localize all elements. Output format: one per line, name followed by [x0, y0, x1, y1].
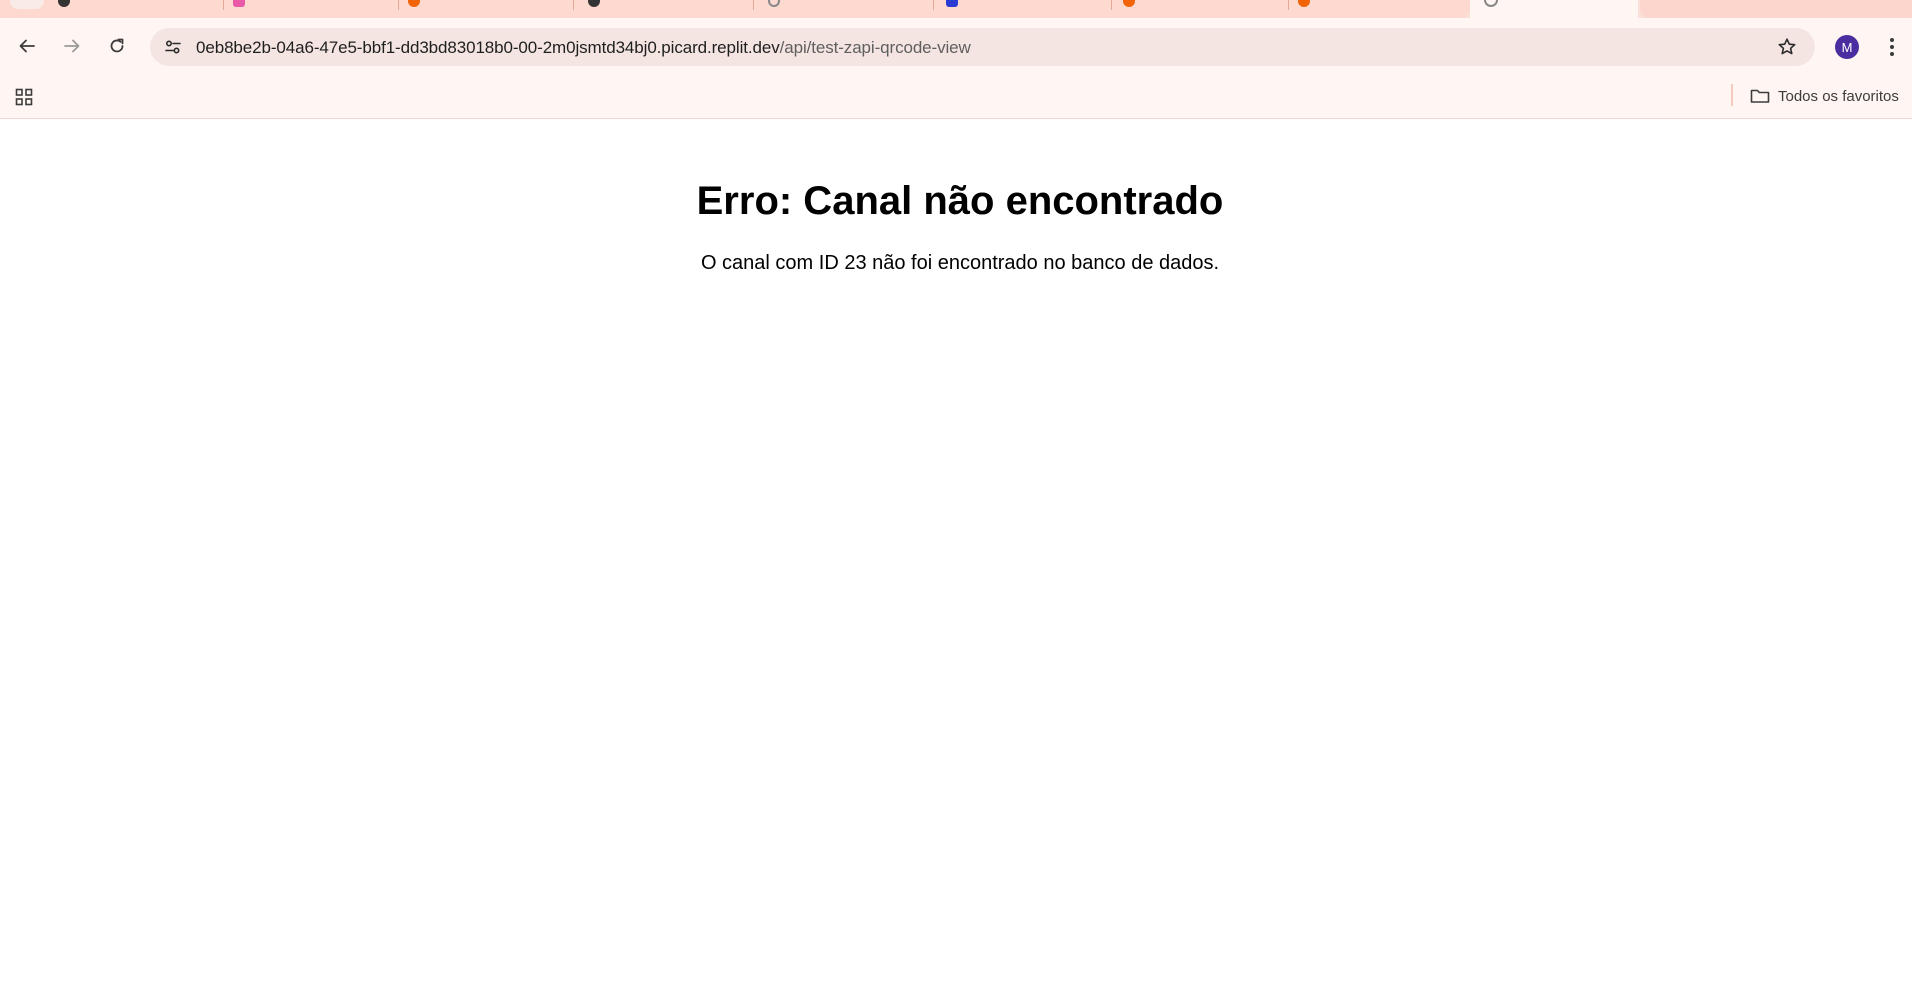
tab-separator: [398, 0, 399, 10]
replit-icon: [1123, 0, 1135, 7]
tab-6[interactable]: [938, 0, 1112, 12]
tab-separator: [573, 0, 574, 10]
profile-initial: M: [1841, 39, 1853, 55]
browser-toolbar: 0eb8be2b-04a6-47e5-bbf1-dd3bd83018b0-00-…: [0, 18, 1912, 76]
tune-icon: [165, 40, 181, 54]
arrow-left-icon: [19, 39, 35, 53]
tab-strip: [0, 0, 1912, 18]
active-tab[interactable]: [1470, 0, 1638, 18]
app-icon: [233, 0, 245, 7]
all-bookmarks-label: Todos os favoritos: [1778, 87, 1899, 105]
apps-button[interactable]: [12, 85, 36, 109]
address-bar[interactable]: 0eb8be2b-04a6-47e5-bbf1-dd3bd83018b0-00-…: [150, 28, 1815, 66]
folder-icon: [1750, 89, 1770, 103]
bookmarks-divider: [1731, 84, 1733, 106]
apps-grid-icon: [15, 88, 33, 106]
github-icon: [588, 0, 600, 7]
github-icon: [58, 0, 70, 7]
reload-button[interactable]: [103, 32, 131, 60]
all-bookmarks-button[interactable]: Todos os favoritos: [1750, 83, 1899, 109]
tab-separator: [223, 0, 224, 10]
inactive-tabs: [0, 0, 1470, 18]
forward-button[interactable]: [58, 32, 86, 60]
tab-1[interactable]: [50, 0, 224, 12]
tab-4[interactable]: [580, 0, 754, 12]
browser-menu-button[interactable]: [1880, 35, 1904, 59]
bookmark-star-button[interactable]: [1775, 35, 1799, 59]
tab-8[interactable]: [1290, 0, 1464, 12]
tab-7[interactable]: [1115, 0, 1289, 12]
error-message: O canal com ID 23 não foi encontrado no …: [700, 252, 1220, 274]
back-button[interactable]: [13, 32, 41, 60]
url-host: 0eb8be2b-04a6-47e5-bbf1-dd3bd83018b0-00-…: [196, 38, 780, 57]
bookmarks-bar: Todos os favoritos: [0, 76, 1912, 119]
more-vertical-icon: [1890, 38, 1894, 56]
tab-separator: [1111, 0, 1112, 10]
tab-2[interactable]: [225, 0, 399, 12]
reload-icon: [110, 38, 124, 53]
site-info-button[interactable]: [160, 34, 186, 60]
tab-3[interactable]: [400, 0, 574, 12]
globe-icon: [768, 0, 780, 7]
url-path: /api/test-zapi-qrcode-view: [779, 38, 971, 57]
tab-strip-right: [1640, 0, 1912, 18]
star-icon: [1778, 38, 1796, 55]
tab-separator: [1288, 0, 1289, 10]
url-text[interactable]: 0eb8be2b-04a6-47e5-bbf1-dd3bd83018b0-00-…: [196, 38, 971, 58]
arrow-right-icon: [64, 39, 80, 53]
globe-icon: [1484, 0, 1498, 7]
replit-icon: [1298, 0, 1310, 7]
tab-5[interactable]: [760, 0, 934, 12]
tab-separator: [933, 0, 934, 10]
error-title: Erro: Canal não encontrado: [696, 179, 1224, 223]
tab-search-button[interactable]: [10, 0, 44, 9]
replit-icon: [408, 0, 420, 7]
app-icon: [946, 0, 958, 7]
tab-separator: [753, 0, 754, 10]
profile-avatar[interactable]: M: [1835, 35, 1859, 59]
page-content: Erro: Canal não encontrado O canal com I…: [0, 119, 1912, 983]
